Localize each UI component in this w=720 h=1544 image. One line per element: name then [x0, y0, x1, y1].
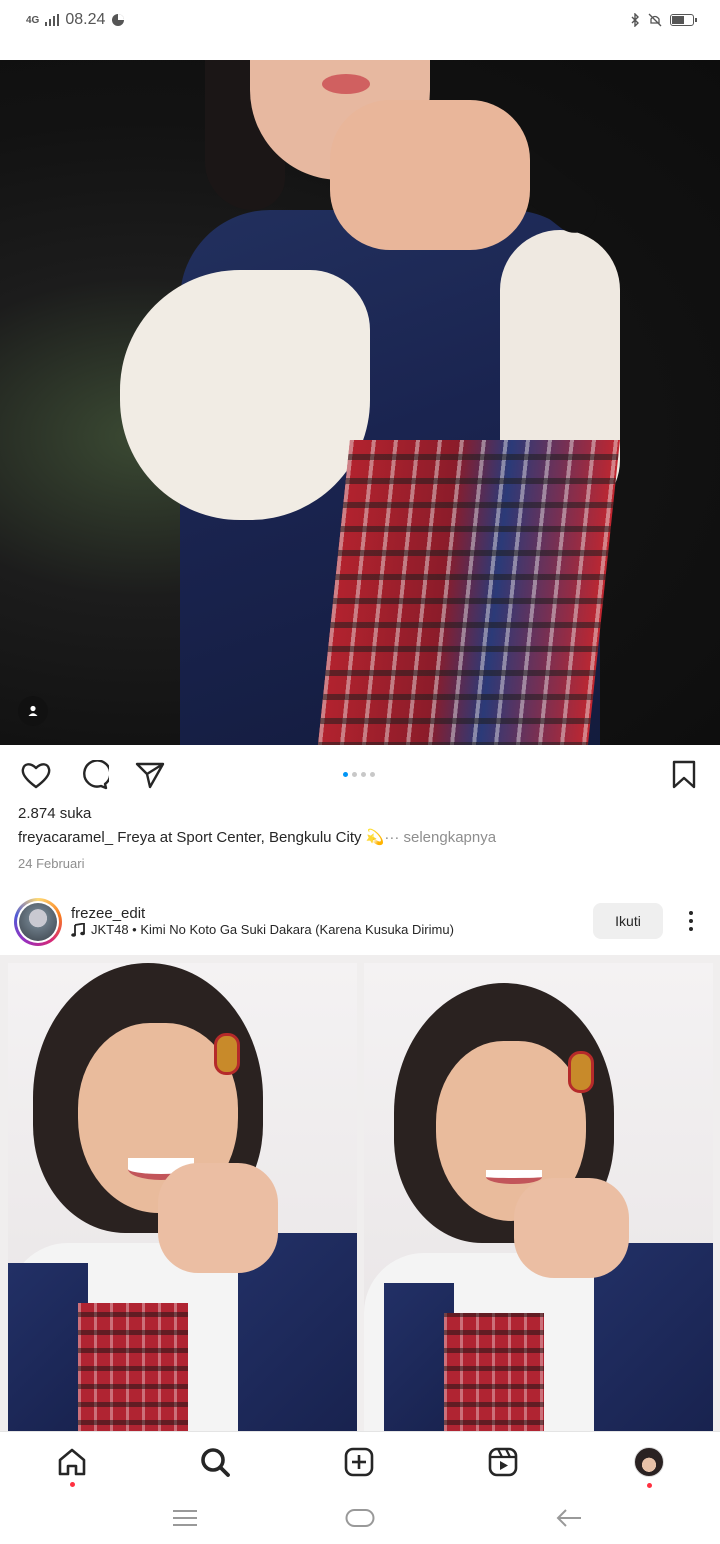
post-caption: freyacaramel_ Freya at Sport Center, Ben… — [18, 828, 496, 846]
post-actions — [0, 752, 720, 798]
carousel-indicator — [343, 772, 375, 777]
comment-icon[interactable] — [77, 758, 111, 792]
bottom-nav — [0, 1431, 720, 1493]
caption-username[interactable]: freyacaramel_ — [18, 829, 113, 846]
post-music[interactable]: JKT48 • Kimi No Koto Ga Suki Dakara (Kar… — [71, 922, 454, 937]
home-pill-icon[interactable] — [343, 1503, 377, 1533]
bluetooth-icon — [631, 13, 639, 27]
carousel-dot — [352, 772, 357, 777]
like-count[interactable]: 2.874 suka — [18, 805, 91, 822]
photo-figure-hands — [330, 100, 530, 250]
status-left: 4G 08.24 — [26, 11, 125, 29]
bookmark-icon[interactable] — [667, 758, 701, 792]
post-photo[interactable] — [0, 60, 720, 745]
search-icon[interactable] — [197, 1444, 233, 1480]
network-indicator: 4G — [26, 14, 40, 26]
heart-icon[interactable] — [19, 758, 53, 792]
carousel-dot — [370, 772, 375, 777]
mute-icon — [648, 13, 662, 27]
avatar-story-ring[interactable] — [14, 898, 62, 946]
avatar — [19, 903, 57, 941]
status-bar: 4G 08.24 — [0, 0, 720, 40]
post-header: frezee_edit JKT48 • Kimi No Koto Ga Suki… — [0, 895, 720, 953]
clock: 08.24 — [65, 11, 106, 28]
caption-text: Freya at Sport Center, Bengkulu City 💫 — [113, 829, 385, 846]
post-date: 24 Februari — [18, 856, 85, 871]
reels-icon[interactable] — [485, 1444, 521, 1480]
kebab-icon[interactable] — [680, 907, 702, 935]
carousel-dot — [361, 772, 366, 777]
photo-figure-skirt — [310, 440, 620, 745]
create-icon[interactable] — [341, 1444, 377, 1480]
notification-dot — [647, 1483, 652, 1488]
post-username[interactable]: frezee_edit — [71, 905, 145, 922]
music-note-icon — [71, 922, 85, 937]
status-right — [630, 13, 697, 27]
menu-icon[interactable] — [170, 1503, 200, 1533]
battery-icon — [670, 14, 697, 26]
notification-dot — [70, 1482, 75, 1487]
home-icon[interactable] — [54, 1444, 90, 1487]
collage-panel-left — [8, 963, 357, 1431]
photo-figure-sleeve — [120, 270, 370, 520]
send-icon[interactable] — [133, 758, 167, 792]
caption-more-link[interactable]: ··· selengkapnya — [384, 829, 496, 846]
back-icon[interactable] — [554, 1503, 584, 1533]
data-saver-icon — [112, 14, 125, 26]
post-photo-collage[interactable] — [0, 955, 720, 1431]
signal-icon — [45, 14, 60, 26]
person-tag-icon[interactable] — [18, 696, 48, 726]
collage-panel-right — [364, 963, 713, 1431]
profile-avatar[interactable] — [631, 1444, 667, 1488]
carousel-dot-active — [343, 772, 348, 777]
follow-button[interactable]: Ikuti — [593, 903, 663, 939]
music-label: JKT48 • Kimi No Koto Ga Suki Dakara (Kar… — [91, 922, 454, 937]
photo-figure-lips — [322, 74, 370, 94]
system-nav-bar — [0, 1493, 720, 1544]
